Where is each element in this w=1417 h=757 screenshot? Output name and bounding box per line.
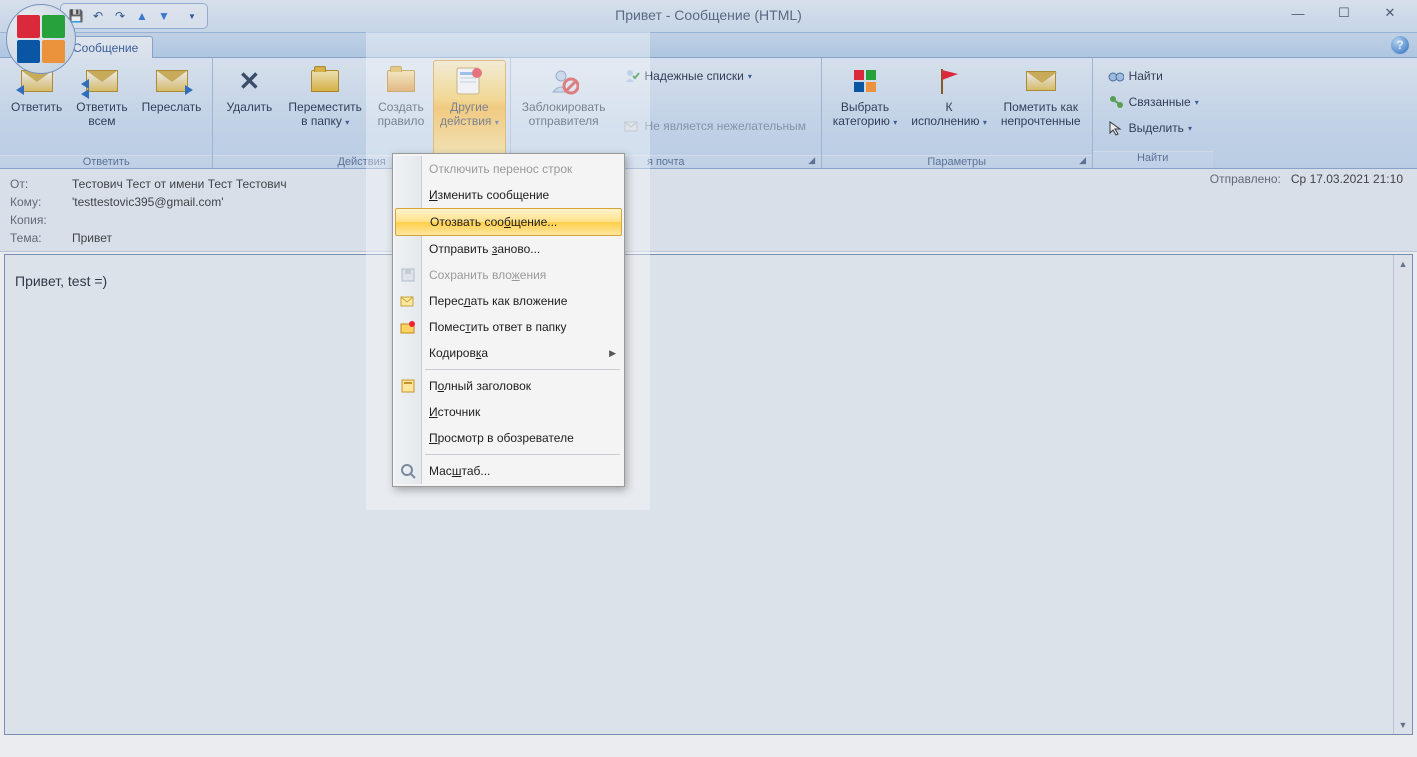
categorize-icon (851, 67, 879, 95)
zoom-icon (399, 462, 417, 480)
message-header: Отправлено: Ср 17.03.2021 21:10 От: Тест… (0, 169, 1417, 252)
not-junk-icon (623, 117, 641, 135)
full-header-icon (399, 377, 417, 395)
mark-unread-button[interactable]: Пометить как непрочтенные (994, 60, 1088, 155)
sent-value: Ср 17.03.2021 21:10 (1291, 172, 1403, 186)
menu-disable-wrap: Отключить перенос строк (395, 156, 622, 182)
block-sender-icon (549, 66, 579, 96)
group-actions: ✕ Удалить Переместить в папку ▾ Создать … (213, 58, 510, 168)
group-options: Выбрать категорию ▾ К исполнению ▾ Помет… (822, 58, 1093, 168)
window-title: Привет - Сообщение (HTML) (0, 7, 1417, 23)
vertical-scrollbar[interactable]: ▲ ▼ (1393, 255, 1412, 734)
junk-small-column: Надежные списки ▾ Не является нежелатель… (613, 60, 817, 142)
from-value: Тестович Тест от имени Тест Тестович (72, 177, 1407, 191)
select-button[interactable]: Выделить ▾ (1103, 116, 1203, 140)
not-junk-button: Не является нежелательным (619, 114, 811, 138)
reply-button[interactable]: Ответить (4, 60, 69, 155)
forward-button[interactable]: Переслать (135, 60, 209, 155)
message-body-container: Привет, test =) ▲ ▼ (4, 254, 1413, 735)
qa-prev-item[interactable]: ▲ (131, 5, 153, 27)
menu-recall-message[interactable]: Отозвать сообщение... (395, 208, 622, 236)
reply-group-label: Ответить (0, 155, 212, 168)
menu-view-in-browser[interactable]: Просмотр в обозревателе (395, 425, 622, 451)
help-button[interactable]: ? (1391, 36, 1409, 54)
save-attachments-icon (399, 266, 417, 284)
menu-encoding[interactable]: Кодировка ▶ (395, 340, 622, 366)
categorize-button[interactable]: Выбрать категорию ▾ (826, 60, 904, 155)
menu-save-attachments: Сохранить вложения (395, 262, 622, 288)
safe-lists-icon (623, 67, 641, 85)
other-actions-menu: Отключить перенос строк Изменить сообщен… (392, 153, 625, 487)
junk-group-launcher[interactable]: ◢ (806, 155, 818, 167)
cc-value (72, 213, 1407, 227)
safe-lists-button[interactable]: Надежные списки ▾ (619, 64, 811, 88)
flag-icon (936, 66, 962, 96)
menu-full-header[interactable]: Полный заголовок (395, 373, 622, 399)
other-actions-button[interactable]: Другие действия ▾ (433, 60, 506, 155)
to-value: 'testtestovic395@gmail.com' (72, 195, 1407, 209)
group-junk: Заблокировать отправителя Надежные списк… (511, 58, 822, 168)
follow-up-button[interactable]: К исполнению ▾ (904, 60, 994, 155)
from-label: От: (10, 177, 72, 191)
binoculars-icon (1107, 67, 1125, 85)
related-button[interactable]: Связанные ▾ (1103, 90, 1203, 114)
subject-label: Тема: (10, 231, 72, 245)
find-group-label: Найти (1093, 151, 1213, 168)
ribbon: Ответить Ответить всем Переслать Ответит… (0, 58, 1417, 169)
move-to-folder-button[interactable]: Переместить в папку ▾ (281, 60, 369, 155)
title-bar: 💾 ↶ ↷ ▲ ▼ ▼ Привет - Сообщение (HTML) — … (0, 0, 1417, 33)
delete-button[interactable]: ✕ Удалить (217, 60, 281, 155)
qa-customize[interactable]: ▼ (181, 5, 203, 27)
group-find: Найти Связанные ▾ Выделить ▾ (1093, 58, 1213, 168)
qa-next-item[interactable]: ▼ (153, 5, 175, 27)
other-actions-icon (453, 65, 485, 97)
to-label: Кому: (10, 195, 72, 209)
menu-forward-as-attachment[interactable]: Переслать как вложение (395, 288, 622, 314)
qa-redo[interactable]: ↷ (109, 5, 131, 27)
qa-undo[interactable]: ↶ (87, 5, 109, 27)
cc-label: Копия: (10, 213, 72, 227)
related-icon (1107, 93, 1125, 111)
forward-attachment-icon (399, 292, 417, 310)
options-group-launcher[interactable]: ◢ (1077, 155, 1089, 167)
sent-label: Отправлено: (1210, 172, 1281, 186)
group-reply: Ответить Ответить всем Переслать Ответит… (0, 58, 213, 168)
menu-source[interactable]: Источник (395, 399, 622, 425)
find-button[interactable]: Найти (1103, 64, 1203, 88)
window-controls: — ☐ ✕ (1275, 0, 1413, 26)
reply-label: Ответить (11, 100, 62, 114)
menu-resend[interactable]: Отправить заново... (395, 236, 622, 262)
block-sender-button[interactable]: Заблокировать отправителя (515, 60, 613, 155)
scroll-down-button[interactable]: ▼ (1394, 716, 1412, 734)
message-body[interactable]: Привет, test =) (5, 255, 1393, 734)
move-reply-icon (399, 318, 417, 336)
ribbon-tabs: Сообщение ? (0, 33, 1417, 58)
subject-value: Привет (72, 231, 1407, 245)
create-rule-button[interactable]: Создать правило (369, 60, 433, 155)
options-group-label: Параметры ◢ (822, 155, 1092, 168)
menu-zoom[interactable]: Масштаб... (395, 458, 622, 484)
reply-all-button[interactable]: Ответить всем (69, 60, 134, 155)
menu-edit-message[interactable]: Изменить сообщение (395, 182, 622, 208)
submenu-arrow-icon: ▶ (609, 348, 616, 359)
select-icon (1107, 119, 1125, 137)
minimize-button[interactable]: — (1275, 0, 1321, 26)
maximize-button[interactable]: ☐ (1321, 0, 1367, 26)
office-button[interactable] (6, 4, 76, 74)
scroll-up-button[interactable]: ▲ (1394, 255, 1412, 273)
quick-access-toolbar: 💾 ↶ ↷ ▲ ▼ ▼ (60, 3, 208, 29)
menu-move-reply-to-folder[interactable]: Поместить ответ в папку (395, 314, 622, 340)
close-button[interactable]: ✕ (1367, 0, 1413, 26)
